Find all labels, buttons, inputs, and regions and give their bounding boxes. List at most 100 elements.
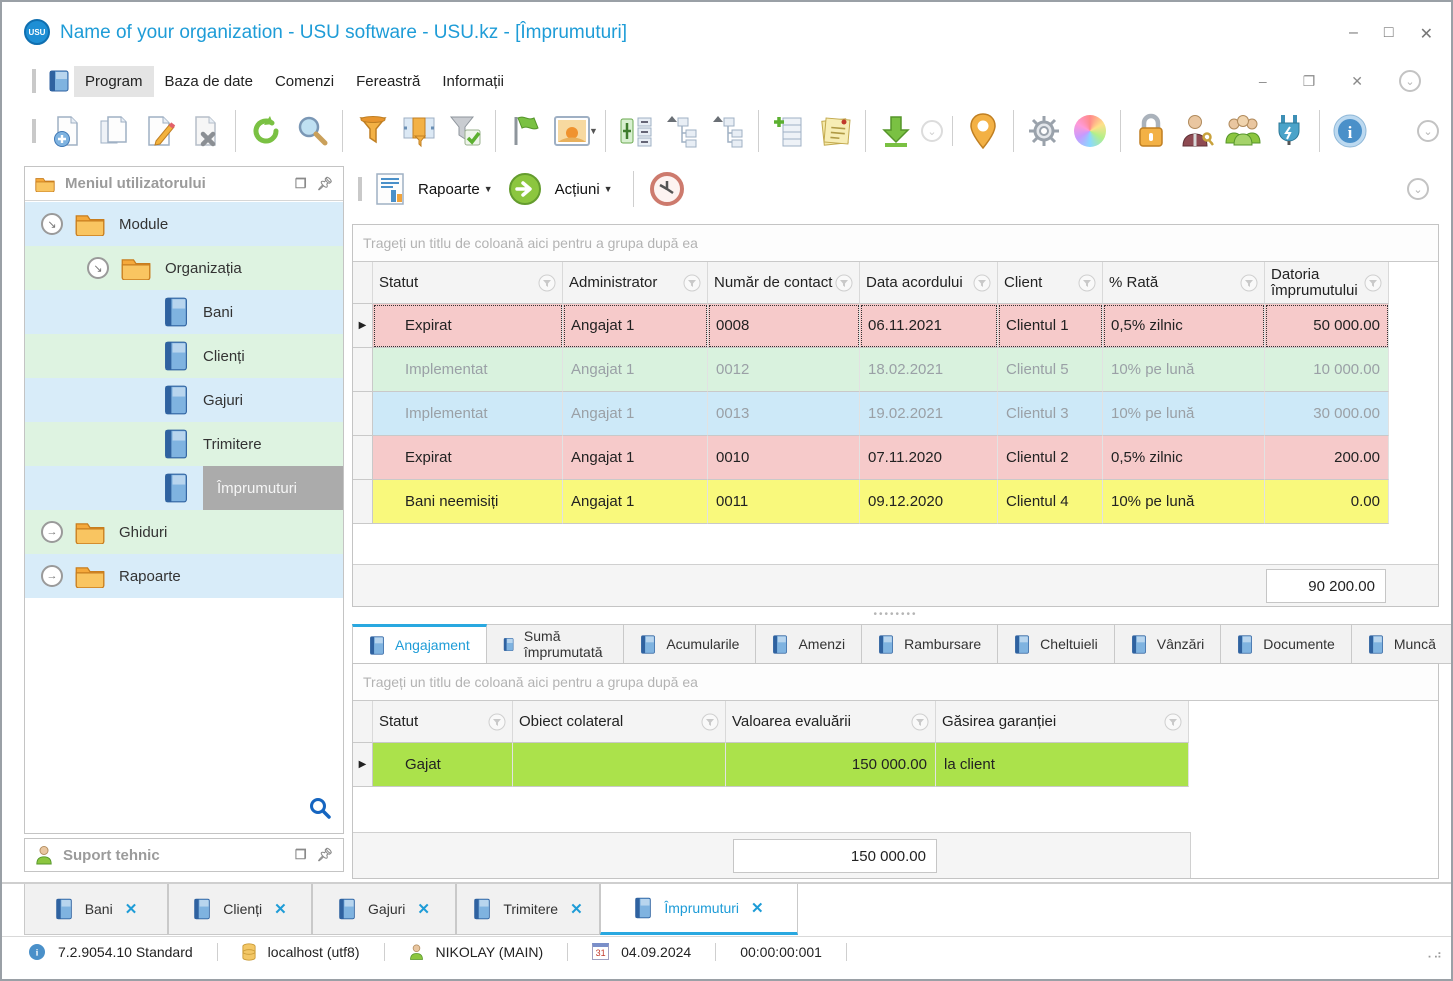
tree-item-bani[interactable]: Bani [25, 290, 343, 334]
tab-angajament[interactable]: Angajament [352, 624, 487, 664]
filter-button[interactable] [350, 108, 396, 154]
search-button[interactable] [289, 108, 335, 154]
tab-close-icon[interactable]: ✕ [570, 900, 583, 918]
reports-menu-button[interactable]: Rapoarte [418, 181, 480, 198]
tree-item-rapoarte[interactable]: → Rapoarte [25, 554, 343, 598]
notes-button[interactable] [812, 108, 858, 154]
plugin-button[interactable] [1266, 108, 1312, 154]
collapse-arrow-icon[interactable]: ↘ [87, 257, 109, 279]
group-by-bar[interactable]: Trageți un titlu de coloană aici pentru … [353, 664, 1438, 700]
mdi-close-button[interactable]: ✕ [1351, 73, 1363, 90]
filter-check-button[interactable] [442, 108, 488, 154]
window-minimize-button[interactable]: – [1349, 24, 1358, 44]
tab-documente[interactable]: Documente [1221, 624, 1352, 664]
export-overflow-button[interactable]: ⌄ [919, 108, 945, 154]
filter-funnel-icon[interactable] [1240, 274, 1258, 292]
filter-funnel-icon[interactable] [1364, 274, 1382, 292]
refresh-button[interactable] [243, 108, 289, 154]
users-group-button[interactable] [1220, 108, 1266, 154]
tree-item-organizatia[interactable]: ↘ Organizația [25, 246, 343, 290]
flag-button[interactable] [503, 108, 549, 154]
tab-suma-imprumutata[interactable]: Sumă împrumutată [486, 624, 625, 664]
user-access-button[interactable] [1174, 108, 1220, 154]
filter-funnel-icon[interactable] [911, 713, 929, 731]
window-tab-imprumuturi[interactable]: Împrumuturi ✕ [600, 884, 798, 935]
menu-fereastra[interactable]: Fereastră [345, 66, 431, 97]
subbar-overflow-button[interactable]: ⌄ [1407, 178, 1429, 200]
add-column-button[interactable] [766, 108, 812, 154]
window-tab-clienti[interactable]: Clienți ✕ [168, 884, 312, 935]
menu-overflow-button[interactable]: ⌄ [1399, 70, 1421, 92]
window-tab-gajuri[interactable]: Gajuri ✕ [312, 884, 456, 935]
actions-menu-button[interactable]: Acțiuni [555, 181, 600, 198]
copy-record-button[interactable] [90, 108, 136, 154]
menu-baza-de-date[interactable]: Baza de date [154, 66, 264, 97]
window-tab-bani[interactable]: Bani ✕ [24, 884, 168, 935]
col-administrator[interactable]: Administrator [563, 262, 708, 304]
menu-program[interactable]: Program [74, 65, 154, 97]
filter-funnel-icon[interactable] [701, 713, 719, 731]
filter-funnel-icon[interactable] [683, 274, 701, 292]
delete-record-button[interactable] [182, 108, 228, 154]
support-pin-icon[interactable]: 📌︎ [316, 847, 333, 863]
panel-restore-icon[interactable]: ❐ [295, 176, 307, 192]
tab-amenzi[interactable]: Amenzi [756, 624, 863, 664]
actions-caret-icon[interactable]: ▼ [604, 184, 613, 194]
tree-item-ghiduri[interactable]: → Ghiduri [25, 510, 343, 554]
settings-gear-button[interactable] [1021, 108, 1067, 154]
expand-rows-button[interactable] [613, 108, 659, 154]
tab-munca[interactable]: Muncă [1351, 624, 1451, 664]
map-pin-button[interactable] [960, 108, 1006, 154]
actions-icon[interactable] [503, 166, 547, 212]
tree-item-trimitere[interactable]: Trimitere [25, 422, 343, 466]
filter-panel-button[interactable] [396, 108, 442, 154]
expand-arrow-icon[interactable]: → [41, 565, 63, 587]
export-download-button[interactable] [873, 108, 919, 154]
info-button[interactable]: i [1327, 108, 1373, 154]
col-gasirea-garantiei[interactable]: Găsirea garanției [936, 701, 1189, 743]
filter-funnel-icon[interactable] [973, 274, 991, 292]
mdi-minimize-button[interactable]: – [1259, 73, 1267, 89]
col-statut[interactable]: Statut [373, 262, 563, 304]
splitter-handle[interactable]: •••••••• [352, 607, 1439, 621]
tree-item-clienti[interactable]: Clienți [25, 334, 343, 378]
window-close-button[interactable]: ✕ [1420, 24, 1433, 44]
tree-item-gajuri[interactable]: Gajuri [25, 378, 343, 422]
col-statut[interactable]: Statut [373, 701, 513, 743]
panel-pin-icon[interactable]: 📌︎ [316, 176, 333, 192]
tab-rambursare[interactable]: Rambursare [862, 624, 999, 664]
color-theme-button[interactable] [1067, 108, 1113, 154]
tab-close-icon[interactable]: ✕ [125, 900, 138, 918]
tab-close-icon[interactable]: ✕ [751, 899, 764, 917]
reports-caret-icon[interactable]: ▼ [484, 184, 493, 194]
col-datoria[interactable]: Datoria împrumutului [1265, 262, 1389, 304]
filter-funnel-icon[interactable] [1078, 274, 1096, 292]
expand-tree-button[interactable] [705, 108, 751, 154]
col-client[interactable]: Client [998, 262, 1103, 304]
window-tab-trimitere[interactable]: Trimitere ✕ [456, 884, 600, 935]
tab-close-icon[interactable]: ✕ [417, 900, 430, 918]
filter-funnel-icon[interactable] [488, 713, 506, 731]
filter-funnel-icon[interactable] [835, 274, 853, 292]
menu-informatii[interactable]: Informații [431, 66, 515, 97]
filter-funnel-icon[interactable] [538, 274, 556, 292]
tab-acumularile[interactable]: Acumularile [624, 624, 757, 664]
filter-funnel-icon[interactable] [1164, 713, 1182, 731]
group-by-bar[interactable]: Trageți un titlu de coloană aici pentru … [353, 225, 1438, 261]
resize-grip[interactable]: ⢀⣠ [1423, 944, 1443, 958]
tree-item-module[interactable]: ↘ Module [25, 202, 343, 246]
col-obiect-colateral[interactable]: Obiect colateral [513, 701, 726, 743]
col-rata[interactable]: % Rată [1103, 262, 1265, 304]
tab-vanzari[interactable]: Vânzări [1114, 624, 1222, 664]
col-data-acordului[interactable]: Data acordului [860, 262, 998, 304]
tree-item-imprumuturi[interactable]: Împrumuturi [25, 466, 343, 510]
expand-arrow-icon[interactable]: → [41, 521, 63, 543]
window-maximize-button[interactable]: □ [1384, 24, 1394, 44]
menu-comenzi[interactable]: Comenzi [264, 66, 345, 97]
tab-close-icon[interactable]: ✕ [274, 900, 287, 918]
support-panel[interactable]: Suport tehnic ❐ 📌︎ [24, 838, 344, 872]
toolbar-overflow-button[interactable]: ⌄ [1417, 120, 1439, 142]
timer-clock-button[interactable] [644, 166, 690, 212]
edit-record-button[interactable] [136, 108, 182, 154]
subbar-grip[interactable] [358, 177, 362, 201]
